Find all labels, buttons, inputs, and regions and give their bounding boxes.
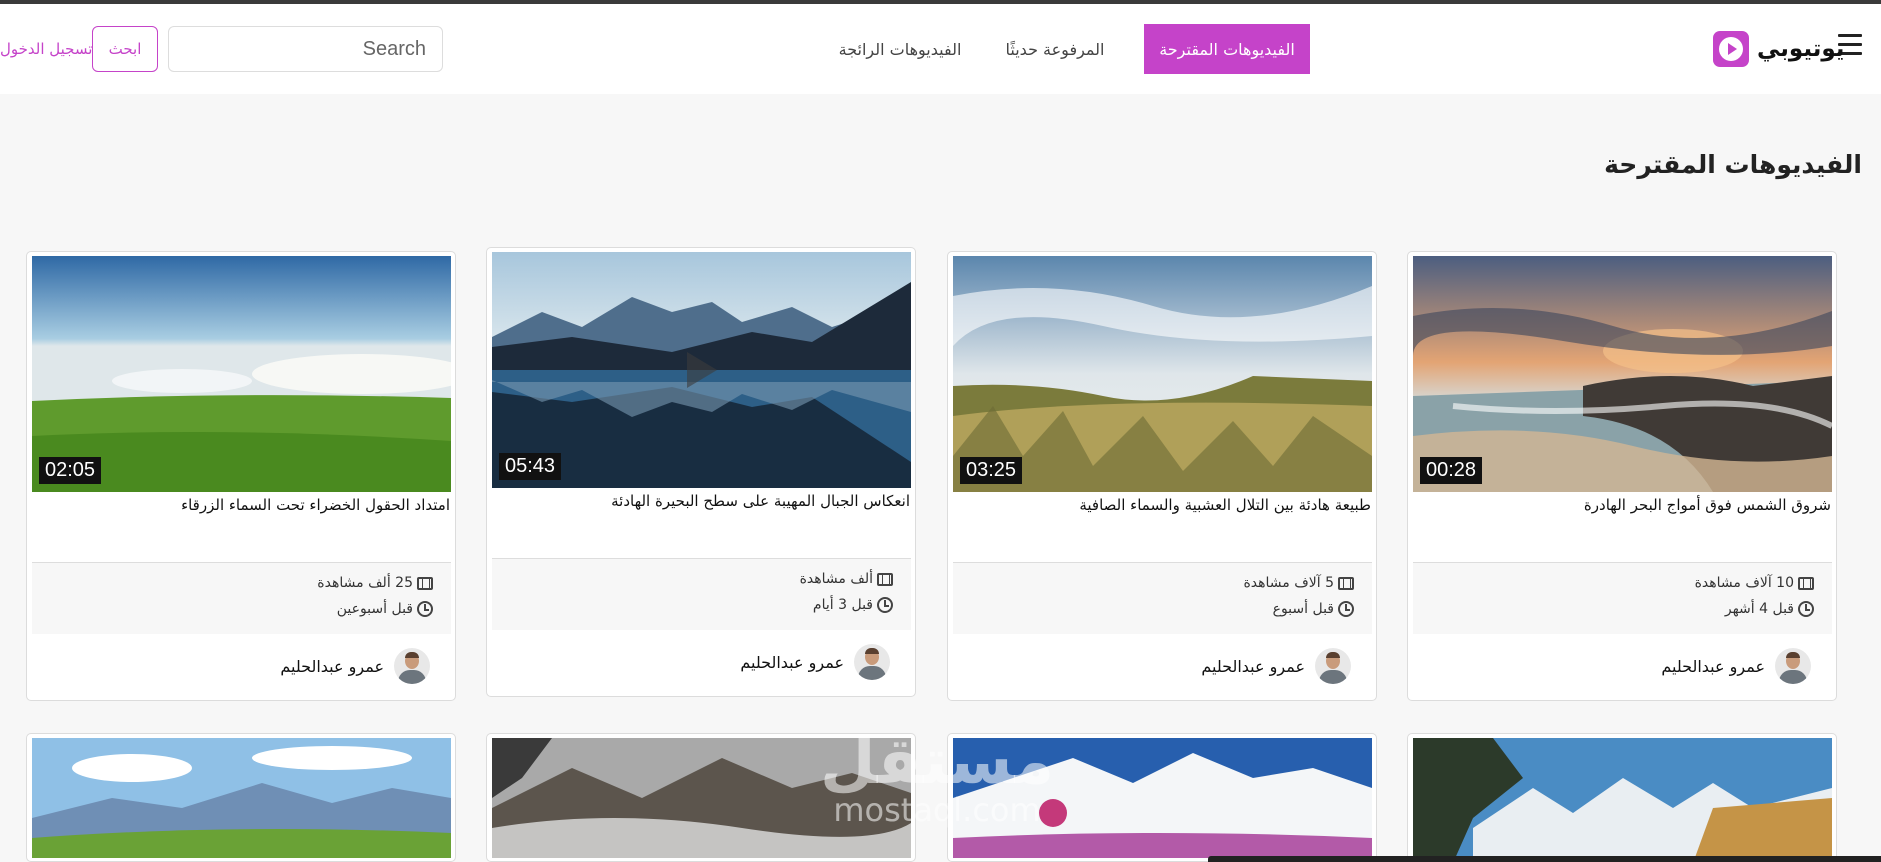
author-name: عمرو عبدالحليم <box>740 652 844 672</box>
video-duration: 02:05 <box>39 457 102 484</box>
video-thumbnail[interactable] <box>32 738 451 858</box>
film-icon <box>1338 576 1354 590</box>
video-meta: 5 آلاف مشاهدة قبل أسبوع <box>953 562 1372 634</box>
avatar <box>854 644 890 680</box>
video-thumbnail[interactable]: 02:05 <box>32 256 451 492</box>
avatar <box>1775 648 1811 684</box>
video-thumbnail[interactable]: 03:25 <box>953 256 1372 492</box>
video-views: 5 آلاف مشاهدة <box>1243 575 1334 591</box>
brand-name: يوتيوبي <box>1757 36 1845 62</box>
video-thumbnail[interactable] <box>1413 738 1832 858</box>
video-thumbnail[interactable]: 05:43 <box>492 252 911 488</box>
video-thumbnail[interactable]: 00:28 <box>1413 256 1832 492</box>
avatar <box>394 648 430 684</box>
watermark: مستقل mostaql.com <box>820 725 1055 829</box>
clock-icon <box>877 597 893 613</box>
video-date: قبل أسبوع <box>1272 601 1334 617</box>
video-meta: 10 آلاف مشاهدة قبل 4 أشهر <box>1413 562 1832 634</box>
video-views: ألف مشاهدة <box>799 571 873 587</box>
video-author[interactable]: عمرو عبدالحليم <box>740 644 890 680</box>
video-date: قبل 4 أشهر <box>1724 601 1794 617</box>
video-views: 10 آلاف مشاهدة <box>1694 575 1794 591</box>
search-input[interactable] <box>168 26 443 72</box>
brand-logo[interactable]: يوتيوبي <box>1713 30 1844 68</box>
navbar: يوتيوبي الفيديوهات المقترحة المرفوعة حدي… <box>0 4 1881 94</box>
video-duration: 03:25 <box>960 457 1023 484</box>
video-duration: 05:43 <box>499 453 562 480</box>
tab-trending-videos[interactable]: الفيديوهات الرائجة <box>830 24 970 74</box>
video-card[interactable] <box>1407 733 1837 862</box>
film-icon <box>417 576 433 590</box>
video-card[interactable] <box>26 733 456 862</box>
video-author[interactable]: عمرو عبدالحليم <box>280 648 430 684</box>
author-name: عمرو عبدالحليم <box>1201 656 1305 676</box>
film-icon <box>1798 576 1814 590</box>
video-card[interactable]: 05:43 انعكاس الجبال المهيبة على سطح البح… <box>486 247 916 697</box>
author-name: عمرو عبدالحليم <box>1661 656 1765 676</box>
play-icon <box>686 352 717 388</box>
author-name: عمرو عبدالحليم <box>280 656 384 676</box>
video-duration: 00:28 <box>1420 457 1483 484</box>
video-title[interactable]: امتداد الحقول الخضراء تحت السماء الزرقاء <box>31 496 450 514</box>
video-views: 25 ألف مشاهدة <box>317 575 413 591</box>
video-card[interactable]: 02:05 امتداد الحقول الخضراء تحت السماء ا… <box>26 251 456 701</box>
video-date: قبل أسبوعين <box>336 601 413 617</box>
video-meta: ألف مشاهدة قبل 3 أيام <box>492 558 911 630</box>
clock-icon <box>417 601 433 617</box>
video-title[interactable]: شروق الشمس فوق أمواج البحر الهادرة <box>1412 496 1831 514</box>
video-card[interactable]: 03:25 طبيعة هادئة بين التلال العشبية وال… <box>947 251 1377 701</box>
login-link[interactable]: تسجيل الدخول <box>0 40 92 58</box>
play-logo-icon <box>1713 31 1749 67</box>
video-title[interactable]: طبيعة هادئة بين التلال العشبية والسماء ا… <box>952 496 1371 514</box>
section-title: الفيديوهات المقترحة <box>1604 150 1862 179</box>
video-author[interactable]: عمرو عبدالحليم <box>1661 648 1811 684</box>
bottom-bar <box>1208 856 1881 862</box>
avatar <box>1315 648 1351 684</box>
film-icon <box>877 572 893 586</box>
tab-suggested-videos[interactable]: الفيديوهات المقترحة <box>1144 24 1310 74</box>
clock-icon <box>1338 601 1354 617</box>
video-date: قبل 3 أيام <box>812 597 873 613</box>
video-card[interactable]: 00:28 شروق الشمس فوق أمواج البحر الهادرة… <box>1407 251 1837 701</box>
search-button[interactable]: ابحث <box>92 26 158 72</box>
video-author[interactable]: عمرو عبدالحليم <box>1201 648 1351 684</box>
tab-recently-uploaded[interactable]: المرفوعة حديثًا <box>990 24 1120 74</box>
video-title[interactable]: انعكاس الجبال المهيبة على سطح البحيرة ال… <box>491 492 910 510</box>
clock-icon <box>1798 601 1814 617</box>
video-meta: 25 ألف مشاهدة قبل أسبوعين <box>32 562 451 634</box>
